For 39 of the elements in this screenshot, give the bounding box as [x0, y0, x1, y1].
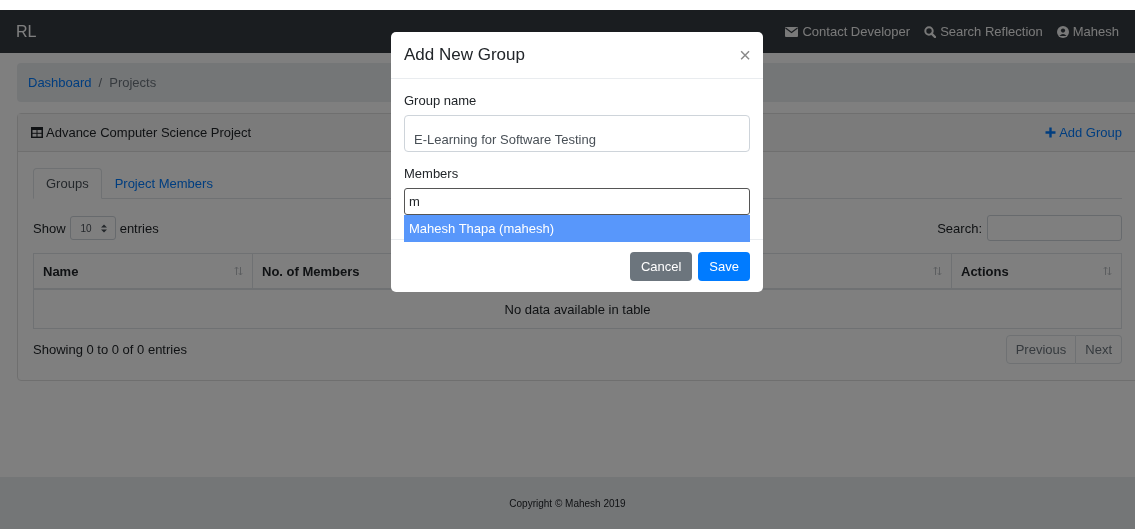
- add-group-link[interactable]: Add Group: [1045, 125, 1122, 140]
- entries-label: entries: [119, 220, 159, 236]
- tab[interactable]: Groups: [33, 168, 102, 199]
- sort-icon[interactable]: [234, 266, 243, 276]
- select-arrow-icon: [100, 223, 107, 233]
- plus-icon: [1045, 127, 1057, 138]
- close-button[interactable]: ×: [739, 43, 751, 67]
- sort-icon[interactable]: [933, 266, 942, 276]
- search-icon: [924, 25, 937, 38]
- card-title: Advance Computer Science Project: [46, 125, 252, 140]
- column-header[interactable]: Name: [33, 253, 253, 289]
- search-label: Search:: [937, 220, 982, 236]
- table-icon: [31, 127, 43, 138]
- copyright-text: Copyright © Mahesh 2019: [509, 497, 626, 509]
- user-icon: [1056, 25, 1069, 38]
- empty-table-message: No data available in table: [504, 301, 651, 317]
- save-button[interactable]: Save: [698, 252, 750, 281]
- breadcrumb-link[interactable]: Dashboard: [28, 75, 92, 90]
- field-label: Group name: [404, 93, 478, 109]
- nav-link[interactable]: Contact Developer: [785, 24, 911, 39]
- entries-select[interactable]: 10: [69, 216, 116, 240]
- input-field[interactable]: m: [404, 188, 750, 215]
- column-header[interactable]: Actions: [951, 253, 1122, 289]
- modal-title: Add New Group: [404, 45, 525, 65]
- sort-icon[interactable]: [1103, 266, 1112, 276]
- breadcrumb-separator: /: [98, 75, 103, 90]
- suggestion-option[interactable]: Mahesh Thapa (mahesh): [404, 215, 750, 242]
- cancel-button[interactable]: Cancel: [629, 252, 693, 281]
- input-field[interactable]: E-Learning for Software Testing: [404, 115, 750, 152]
- field-label: Members: [404, 166, 460, 182]
- tab[interactable]: Project Members: [101, 168, 226, 199]
- envelope-icon: [785, 26, 799, 37]
- brand-logo[interactable]: RL: [16, 22, 37, 41]
- table-info: Showing 0 to 0 of 0 entries: [33, 342, 187, 357]
- nav-link[interactable]: Mahesh: [1056, 24, 1119, 39]
- nav-link[interactable]: Search Reflection: [924, 24, 1043, 39]
- search-field[interactable]: [987, 215, 1122, 241]
- breadcrumb-current: Projects: [109, 75, 157, 90]
- show-label: Show: [33, 220, 66, 236]
